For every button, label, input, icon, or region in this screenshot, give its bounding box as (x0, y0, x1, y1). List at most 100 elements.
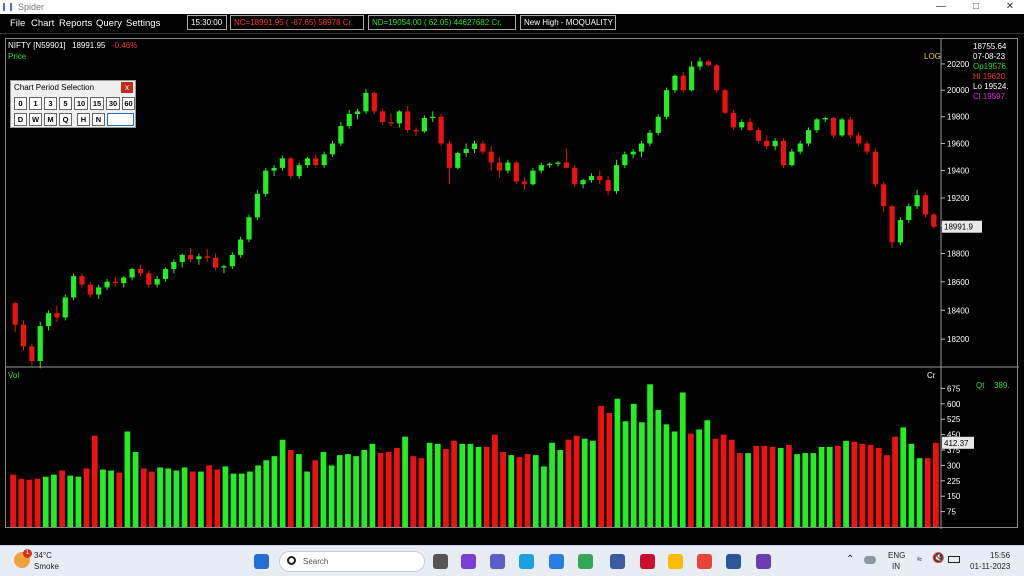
edge-icon[interactable] (519, 554, 534, 569)
language-code[interactable]: ENG (888, 551, 905, 560)
chrome-alt-icon[interactable] (697, 554, 712, 569)
period-weekly-button[interactable]: W (29, 113, 42, 126)
meet-icon[interactable] (461, 554, 476, 569)
chrome-profile-icon[interactable] (668, 554, 683, 569)
candle-body (62, 297, 68, 318)
task-view-icon[interactable] (433, 554, 448, 569)
candle-body (463, 148, 469, 153)
volume-bar (345, 454, 351, 527)
calculator-icon[interactable] (610, 554, 625, 569)
candle-body (638, 143, 645, 152)
chrome-icon[interactable] (578, 554, 593, 569)
candle-body (129, 269, 135, 278)
last-volume-tag: 412.37 (944, 439, 969, 448)
chevron-up-icon[interactable]: ⌃ (846, 554, 854, 565)
candle-body (354, 111, 361, 115)
menu-query[interactable]: Query (96, 18, 122, 29)
candle-body (931, 214, 937, 227)
period-monthly-button[interactable]: M (44, 113, 57, 126)
info-date: 07-08-23 (973, 52, 1006, 61)
volume-bar (75, 476, 82, 527)
maximize-icon[interactable]: □ (966, 0, 986, 14)
vol-unit-label: Cr (927, 371, 936, 380)
taskbar-search-box[interactable]: Search (279, 551, 425, 572)
language-region[interactable]: IN (892, 562, 900, 571)
menu-chart[interactable]: Chart (31, 18, 54, 29)
candle-body (87, 284, 93, 295)
chart-window[interactable]: 1820018400186001880019000192001940019600… (5, 38, 1019, 529)
candle-body (588, 176, 595, 181)
candle-body (254, 193, 260, 218)
windows-start-icon[interactable] (254, 554, 269, 569)
volume-bar (753, 445, 760, 527)
volume-bar (51, 474, 57, 527)
volume-bar (892, 436, 898, 527)
teams-icon[interactable] (490, 554, 505, 569)
wifi-icon[interactable]: ≈ (917, 554, 922, 564)
search-placeholder: Search (303, 557, 329, 566)
chart-canvas[interactable]: 1820018400186001880019000192001940019600… (6, 39, 1019, 529)
clock-time[interactable]: 15:56 (990, 551, 1010, 560)
candle-body (672, 75, 678, 91)
period-15-button[interactable]: 15 (90, 97, 104, 110)
volume-bar (565, 439, 572, 527)
battery-icon[interactable] (948, 556, 960, 563)
clock-date[interactable]: 01-11-2023 (970, 562, 1010, 571)
period-5-button[interactable]: 5 (59, 97, 72, 110)
period-h-button[interactable]: H (77, 113, 90, 126)
weather-desc[interactable]: Smoke (34, 562, 59, 571)
period-30-button[interactable]: 30 (106, 97, 120, 110)
period-custom-input[interactable] (107, 113, 134, 126)
volume-bar (843, 440, 849, 527)
candle-body (380, 111, 386, 123)
dialog-close-button[interactable]: x (121, 82, 133, 93)
volume-bar (867, 444, 874, 527)
candle-body (96, 287, 102, 295)
candle-body (288, 158, 294, 177)
candle-body (338, 126, 344, 144)
candle-body (204, 256, 210, 258)
mcafee-icon[interactable] (640, 554, 655, 569)
menu-file[interactable]: File (10, 18, 25, 29)
candle-body (839, 119, 845, 136)
candle-body (405, 111, 411, 131)
candle-body (680, 75, 686, 91)
weather-temp[interactable]: 34°C (34, 551, 52, 560)
volume-bar (786, 444, 792, 527)
candle-body (897, 220, 904, 243)
period-daily-button[interactable]: D (14, 113, 27, 126)
word-icon[interactable] (726, 554, 741, 569)
cloud-icon[interactable] (864, 556, 876, 564)
volume-bar (320, 452, 327, 527)
period-3-button[interactable]: 3 (44, 97, 57, 110)
volume-bar (908, 443, 915, 527)
menu-settings[interactable]: Settings (126, 18, 160, 29)
period-60-button[interactable]: 60 (122, 97, 135, 110)
period-10-button[interactable]: 10 (74, 97, 88, 110)
volume-bar (671, 431, 678, 527)
volume-bar (26, 479, 33, 527)
candle-body (547, 163, 553, 166)
period-quarterly-button[interactable]: Q (59, 113, 72, 126)
volume-bar (410, 456, 417, 527)
volume-bar (394, 447, 400, 527)
qt-label: Qt (976, 381, 985, 390)
minimize-icon[interactable]: — (931, 0, 951, 14)
volume-bar (18, 478, 25, 527)
store-icon[interactable] (549, 554, 564, 569)
menu-reports[interactable]: Reports (59, 18, 92, 29)
period-1-button[interactable]: 1 (29, 97, 42, 110)
speaker-muted-icon[interactable]: 🔇 (932, 553, 944, 564)
candle-body (363, 92, 369, 112)
period-0-button[interactable]: 0 (14, 97, 27, 110)
ticker-time: 15:30:00 (187, 15, 227, 30)
close-icon[interactable]: ✕ (1000, 0, 1020, 14)
volume-bar (238, 473, 245, 527)
candle-body (430, 116, 436, 119)
chart-period-dialog[interactable]: Chart Period Selection x 0 1 3 5 10 15 3… (10, 80, 136, 128)
spider-app-icon[interactable] (756, 554, 771, 569)
volume-bar (557, 450, 564, 527)
candle-body (12, 303, 18, 325)
period-n-button[interactable]: N (92, 113, 105, 126)
log-scale-label[interactable]: LOG (924, 52, 941, 61)
